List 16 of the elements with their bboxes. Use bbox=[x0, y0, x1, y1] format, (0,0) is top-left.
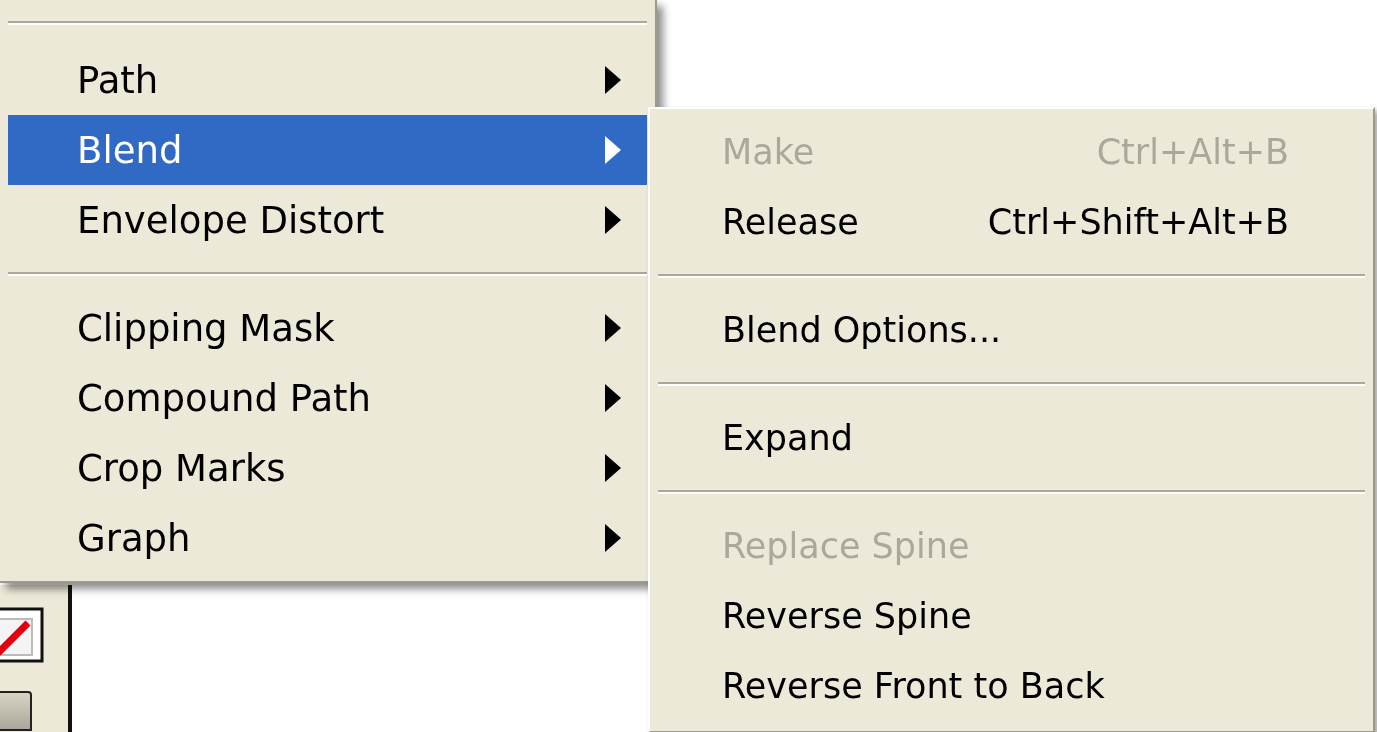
shortcut-text: Ctrl+Alt+B bbox=[1096, 132, 1289, 172]
menu-item[interactable]: Expand bbox=[658, 403, 1365, 473]
menu-item[interactable]: Reverse Front to Back bbox=[658, 651, 1365, 721]
menu-item[interactable]: Clipping Mask bbox=[8, 293, 647, 363]
menu-item[interactable]: Path bbox=[8, 45, 647, 115]
shortcut-text: Ctrl+Shift+Alt+B bbox=[987, 202, 1289, 242]
menu-item[interactable]: Blend bbox=[8, 115, 647, 185]
menu-item[interactable]: Envelope Distort bbox=[8, 185, 647, 255]
menu-item[interactable]: Reverse Spine bbox=[658, 581, 1365, 651]
none-swatch-icon[interactable] bbox=[0, 607, 46, 665]
menu-item[interactable]: Compound Path bbox=[8, 363, 647, 433]
menu-item[interactable]: Release Ctrl+Shift+Alt+B bbox=[658, 187, 1365, 257]
menu-item[interactable]: Graph bbox=[8, 503, 647, 573]
menu-item[interactable]: Crop Marks bbox=[8, 433, 647, 503]
menu-item[interactable]: Blend Options... bbox=[658, 295, 1365, 365]
tool-button[interactable] bbox=[0, 691, 32, 731]
